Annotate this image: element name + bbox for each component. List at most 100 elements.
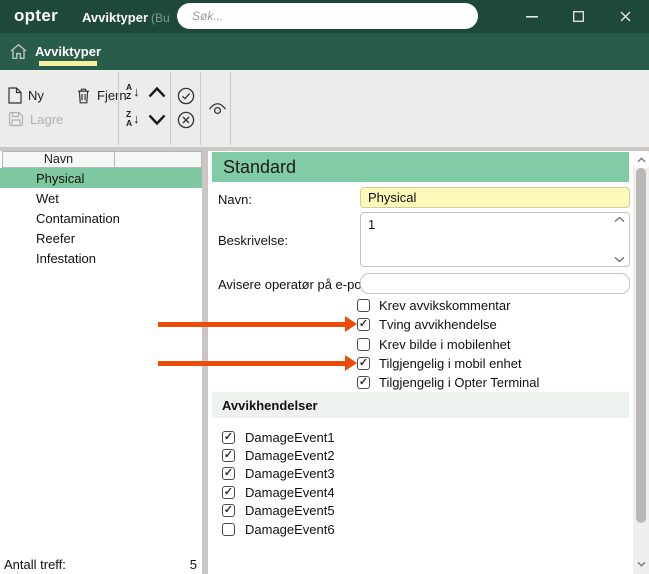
- move-up-button[interactable]: [148, 86, 166, 98]
- accept-button[interactable]: [177, 87, 195, 105]
- list-item[interactable]: Physical: [0, 168, 202, 188]
- section-header: Standard: [212, 152, 629, 182]
- checkbox[interactable]: ✓: [222, 486, 235, 499]
- checkbox-label: DamageEvent4: [245, 485, 335, 500]
- status-value: 5: [190, 557, 197, 572]
- sort-ascending-button[interactable]: AZ↓: [126, 83, 140, 100]
- checkbox-label: DamageEvent6: [245, 522, 335, 537]
- epost-label: Avisere operatør på e-post:: [218, 277, 375, 292]
- search-input[interactable]: Søk...: [177, 3, 478, 29]
- search-placeholder: Søk...: [192, 9, 223, 23]
- checkbox[interactable]: ✓: [222, 449, 235, 462]
- annotation-arrow-head: [345, 355, 357, 371]
- beskrivelse-label: Beskrivelse:: [218, 233, 288, 248]
- annotation-arrow-head: [345, 316, 357, 332]
- toolbar-separator: [230, 72, 231, 145]
- move-down-button[interactable]: [148, 114, 166, 126]
- check-circle-icon: [177, 87, 195, 105]
- scroll-up-button[interactable]: [633, 151, 649, 168]
- events-section-header: Avvikhendelser: [212, 392, 629, 418]
- toolbar-separator: [118, 72, 119, 145]
- list-item[interactable]: Wet: [0, 188, 202, 208]
- checkbox-label: Tilgjengelig i mobil enhet: [379, 356, 522, 371]
- annotation-arrow: [158, 355, 357, 372]
- checkbox-row: ✓ Tving avvikhendelse: [357, 315, 539, 334]
- list-item-label: Infestation: [36, 251, 96, 266]
- checkbox-label: Krev avvikskommentar: [379, 298, 510, 313]
- remove-button[interactable]: Fjern: [76, 84, 127, 106]
- close-icon: [620, 11, 631, 22]
- scroll-down-button[interactable]: [633, 557, 649, 571]
- checkbox-row: ✓Tilgjengelig i Opter Terminal: [357, 373, 539, 392]
- annotation-arrow-line: [158, 361, 346, 366]
- minimize-button[interactable]: [508, 0, 555, 33]
- remove-button-label: Fjern: [97, 88, 127, 103]
- annotation-arrow-line: [158, 322, 346, 327]
- chevron-down-icon: [148, 114, 166, 126]
- checkbox-row: Krev avvikskommentar: [357, 296, 539, 315]
- checkbox[interactable]: ✓: [222, 467, 235, 480]
- tabbar: Avviktyper: [0, 33, 649, 70]
- cancel-button[interactable]: [177, 111, 195, 129]
- list-item[interactable]: Reefer: [0, 228, 202, 248]
- status-label: Antall treff:: [4, 557, 66, 572]
- list-rows: PhysicalWetContamination Reefer Infestatio…: [0, 168, 202, 268]
- navn-label: Navn:: [218, 192, 252, 207]
- tab-avviktyper[interactable]: Avviktyper: [36, 33, 100, 70]
- option-checkboxes: Krev avvikskommentar ✓ Tving avvikhendelse…: [357, 296, 539, 392]
- column-header-empty[interactable]: [115, 151, 202, 168]
- beskrivelse-textarea[interactable]: 1: [360, 212, 630, 267]
- sort-az-icon: AZ↓: [126, 83, 140, 100]
- epost-input[interactable]: [360, 273, 630, 294]
- checkbox[interactable]: ✓: [222, 431, 235, 444]
- beskrivelse-value: 1: [368, 217, 375, 232]
- new-button[interactable]: Ny: [8, 84, 44, 106]
- close-button[interactable]: [602, 0, 649, 33]
- checkbox[interactable]: ✓: [357, 357, 370, 370]
- new-page-icon: [8, 87, 22, 104]
- toolbar: Ny Fjern Lagre AZ↓ ZA↓: [0, 70, 649, 147]
- scrollbar-thumb[interactable]: [636, 168, 646, 523]
- navn-input[interactable]: [360, 187, 630, 208]
- maximize-icon: [574, 12, 584, 22]
- save-button-label: Lagre: [30, 112, 63, 127]
- events-section-title: Avvikhendelser: [222, 398, 318, 413]
- checkbox-label: DamageEvent5: [245, 503, 335, 518]
- app-window: opter Avviktyper (Bu Søk... Avvikt: [0, 0, 649, 574]
- event-checkboxes: ✓DamageEvent1✓DamageEvent2✓DamageEvent3✓…: [222, 428, 335, 538]
- list-item[interactable]: Infestation: [0, 248, 202, 268]
- checkbox-label: DamageEvent2: [245, 448, 335, 463]
- toolbar-separator: [170, 72, 171, 145]
- checkbox-row: ✓ Tilgjengelig i mobil enhet: [357, 354, 539, 373]
- checkbox-row: ✓DamageEvent3: [222, 465, 335, 483]
- checkbox-label: Tving avvikhendelse: [379, 317, 497, 332]
- checkbox[interactable]: ✓: [222, 504, 235, 517]
- list-item[interactable]: Contamination: [0, 208, 202, 228]
- column-header-navn[interactable]: Navn: [2, 151, 115, 168]
- titlebar: opter Avviktyper (Bu Søk...: [0, 0, 649, 33]
- maximize-button[interactable]: [555, 0, 602, 33]
- view-button[interactable]: [207, 101, 228, 117]
- checkbox-label: Krev bilde i mobilenhet: [379, 337, 511, 352]
- window-subtitle: (Bu: [151, 11, 170, 25]
- sort-za-icon: ZA↓: [126, 110, 140, 127]
- active-tab-underline: [39, 61, 97, 66]
- textarea-scroll-down-icon[interactable]: [614, 256, 625, 263]
- home-button[interactable]: [0, 33, 36, 70]
- list-item-label: Reefer: [36, 231, 75, 246]
- checkbox[interactable]: ✓: [357, 376, 370, 389]
- checkbox[interactable]: [357, 338, 370, 351]
- new-button-label: Ny: [28, 88, 44, 103]
- checkbox-row: ✓ DamageEvent2: [222, 446, 335, 464]
- save-button[interactable]: Lagre: [8, 108, 63, 130]
- vertical-scrollbar[interactable]: [633, 151, 649, 574]
- window-title: Avviktyper: [82, 10, 148, 25]
- window-controls: [508, 0, 649, 33]
- checkbox[interactable]: [357, 299, 370, 312]
- textarea-scroll-up-icon[interactable]: [614, 216, 625, 223]
- checkbox[interactable]: [222, 523, 235, 536]
- sort-descending-button[interactable]: ZA↓: [126, 110, 140, 127]
- checkbox[interactable]: ✓: [357, 318, 370, 331]
- eye-icon: [207, 101, 228, 117]
- chevron-up-icon: [148, 86, 166, 98]
